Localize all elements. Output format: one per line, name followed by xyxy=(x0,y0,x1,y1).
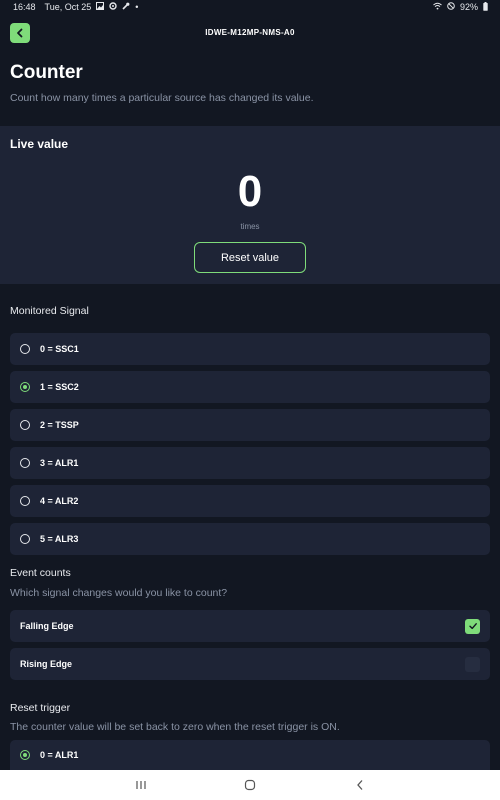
live-value-label: Live value xyxy=(10,137,69,151)
radio-button-selected[interactable] xyxy=(20,750,30,760)
status-right: 92% xyxy=(433,1,488,13)
live-value-unit: times xyxy=(240,222,260,231)
signal-option[interactable]: 3 = ALR1 xyxy=(10,447,490,479)
signal-option-label: 1 = SSC2 xyxy=(40,382,79,392)
signal-option[interactable]: 4 = ALR2 xyxy=(10,485,490,517)
battery-percent: 92% xyxy=(459,2,478,12)
signal-option-label: 5 = ALR3 xyxy=(40,534,79,544)
reset-trigger-title: Reset trigger xyxy=(10,702,71,714)
back-nav-button[interactable] xyxy=(350,777,370,793)
gallery-icon xyxy=(96,2,105,12)
checkmark-icon xyxy=(468,623,477,630)
battery-icon xyxy=(483,1,488,13)
do-not-disturb-icon xyxy=(447,2,455,12)
reset-trigger-description: The counter value will be set back to ze… xyxy=(10,721,340,733)
rising-edge-checkbox[interactable] xyxy=(465,656,480,672)
signal-option[interactable]: 2 = TSSP xyxy=(10,409,490,441)
home-button[interactable] xyxy=(240,777,260,793)
reset-trigger-option[interactable]: 0 = ALR1 xyxy=(10,740,490,770)
status-bar: 16:48 Tue, Oct 25 • 92% xyxy=(0,0,500,14)
back-arrow-icon xyxy=(357,780,363,790)
status-time: 16:48 xyxy=(13,2,36,12)
radio-button[interactable] xyxy=(20,458,30,468)
home-icon xyxy=(244,779,256,791)
live-value-panel: Live value 0 times Reset value xyxy=(0,126,500,284)
rising-edge-row[interactable]: Rising Edge xyxy=(10,648,490,680)
page-description: Count how many times a particular source… xyxy=(10,92,314,104)
falling-edge-row[interactable]: Falling Edge xyxy=(10,610,490,642)
status-date: Tue, Oct 25 xyxy=(44,2,92,12)
radio-button[interactable] xyxy=(20,344,30,354)
signal-option[interactable]: 5 = ALR3 xyxy=(10,523,490,555)
recent-apps-icon xyxy=(136,781,146,789)
recent-apps-button[interactable] xyxy=(131,777,151,793)
status-left: 16:48 Tue, Oct 25 • xyxy=(13,2,138,12)
rising-edge-label: Rising Edge xyxy=(20,659,73,669)
radio-button-selected[interactable] xyxy=(20,382,30,392)
live-value-number: 0 xyxy=(237,167,263,216)
reset-trigger-option-label: 0 = ALR1 xyxy=(40,750,79,760)
signal-option-label: 4 = ALR2 xyxy=(40,496,79,506)
settings-icon xyxy=(109,2,117,12)
event-counts-description: Which signal changes would you like to c… xyxy=(10,587,228,599)
signal-option-label: 3 = ALR1 xyxy=(40,458,79,468)
signal-option-label: 2 = TSSP xyxy=(40,420,79,430)
falling-edge-label: Falling Edge xyxy=(20,621,74,631)
radio-button[interactable] xyxy=(20,420,30,430)
monitored-signal-title: Monitored Signal xyxy=(10,305,89,317)
device-name: IDWE-M12MP-NMS-A0 xyxy=(205,28,295,37)
falling-edge-checkbox[interactable] xyxy=(465,618,480,634)
radio-button[interactable] xyxy=(20,534,30,544)
event-counts-title: Event counts xyxy=(10,567,71,579)
app-header: IDWE-M12MP-NMS-A0 xyxy=(0,20,500,46)
dot-icon: • xyxy=(135,1,139,12)
signal-option-label: 0 = SSC1 xyxy=(40,344,79,354)
wrench-icon xyxy=(122,2,130,12)
system-navigation-bar xyxy=(0,770,500,800)
radio-button[interactable] xyxy=(20,496,30,506)
reset-value-button[interactable]: Reset value xyxy=(194,242,306,273)
signal-option[interactable]: 0 = SSC1 xyxy=(10,333,490,365)
page-title: Counter xyxy=(10,62,83,83)
signal-option[interactable]: 1 = SSC2 xyxy=(10,371,490,403)
wifi-icon xyxy=(433,2,442,12)
